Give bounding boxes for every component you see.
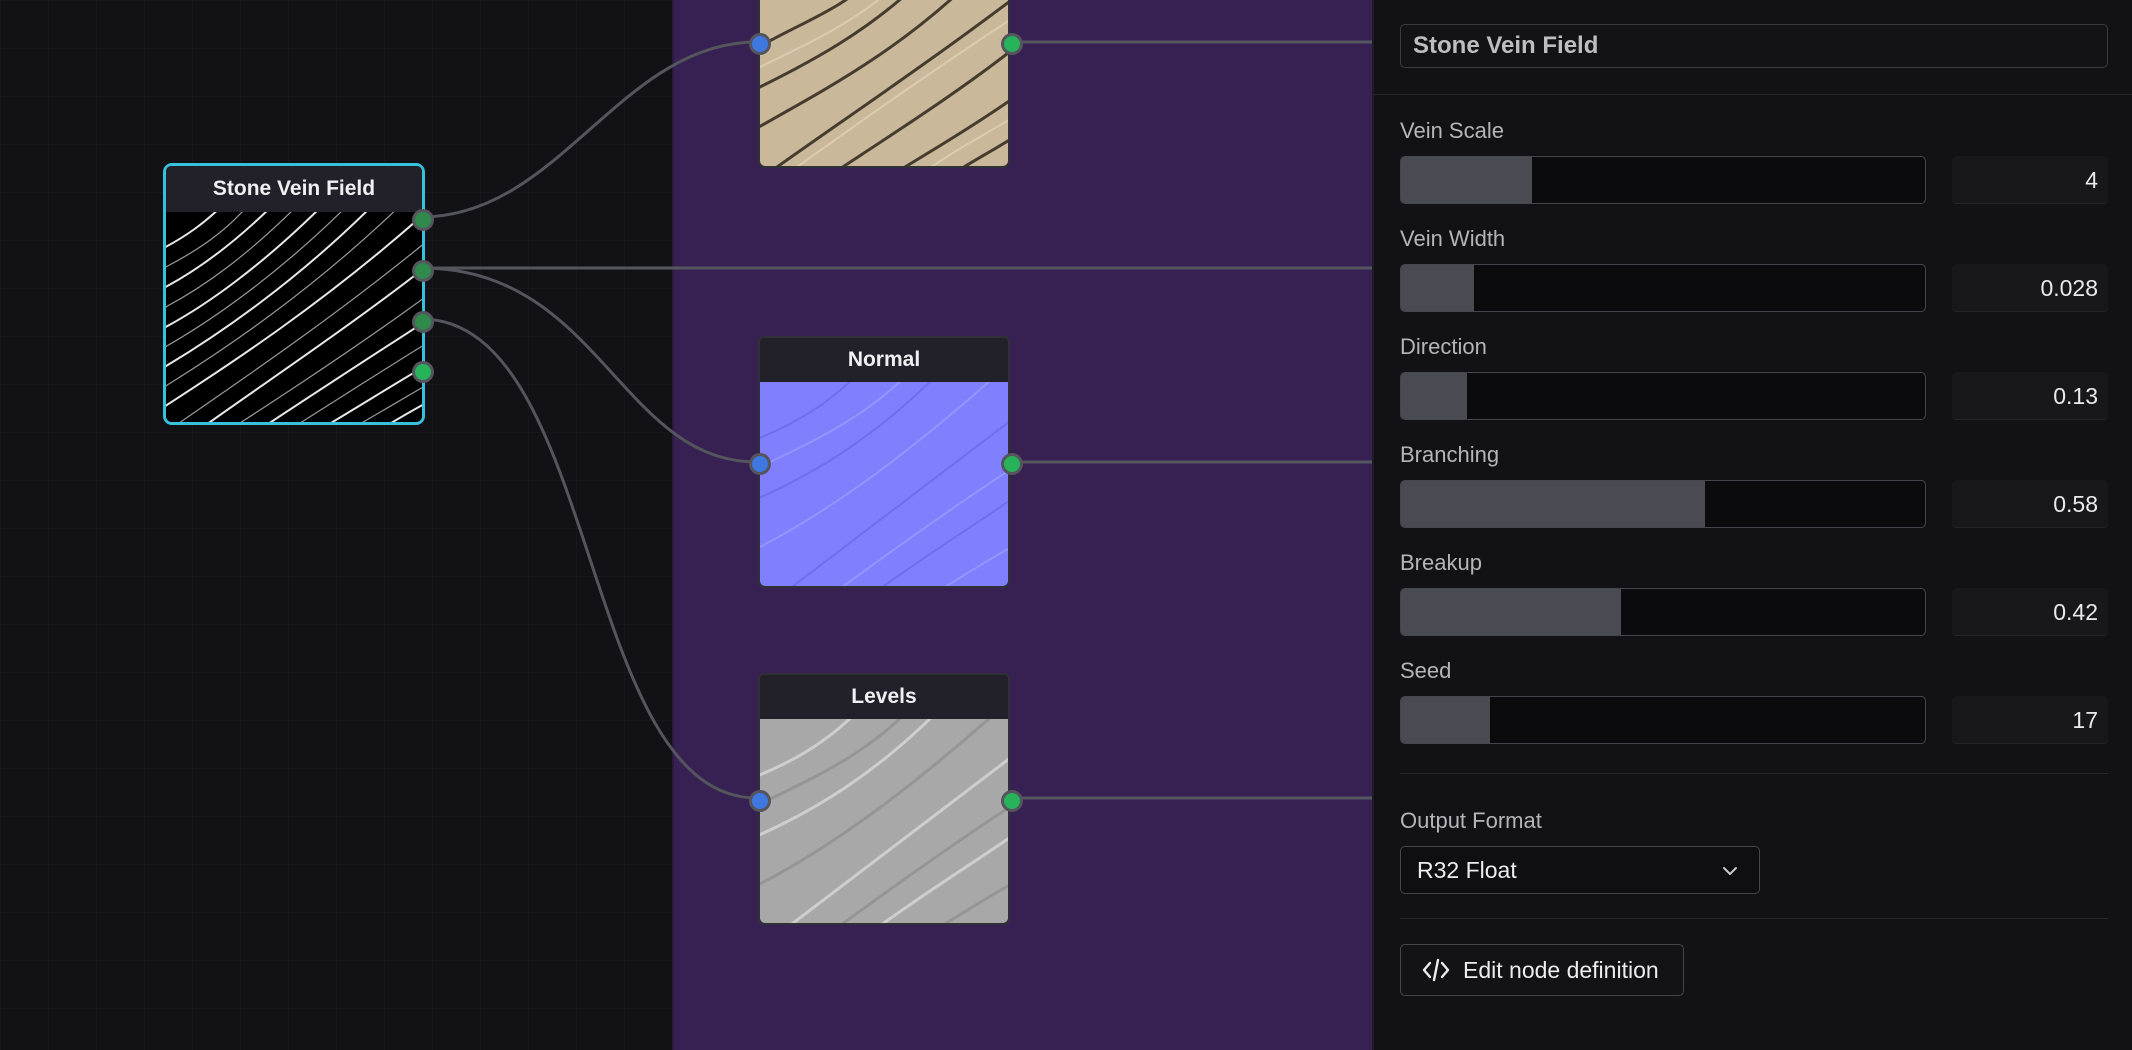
- node-normal[interactable]: Normal: [749, 336, 1023, 588]
- node-preview: [166, 212, 422, 422]
- node-stone-color[interactable]: [749, 0, 1023, 168]
- output-port-height[interactable]: [412, 209, 434, 231]
- output-port[interactable]: [1001, 33, 1023, 55]
- node-preview: [760, 382, 1008, 586]
- node-preview: [760, 719, 1008, 923]
- vein-width-slider[interactable]: [1400, 264, 1926, 312]
- breakup-slider-fill: [1401, 589, 1622, 635]
- seed-slider-fill: [1401, 697, 1491, 743]
- vein-scale-label: Vein Scale: [1400, 118, 1504, 143]
- code-icon: [1422, 958, 1450, 982]
- divider: [1400, 918, 2108, 919]
- branching-value[interactable]: 0.58: [1952, 480, 2108, 528]
- breakup-label: Breakup: [1400, 550, 1482, 575]
- edit-node-definition-label: Edit node definition: [1463, 956, 1659, 983]
- vein-scale-value[interactable]: 4: [1952, 156, 2108, 204]
- input-port[interactable]: [749, 33, 771, 55]
- branching-label: Branching: [1400, 442, 1500, 467]
- vein-width-value[interactable]: 0.028: [1952, 264, 2108, 312]
- properties-panel: Stone Vein Field Vein Scale 4 Vein Width 0.…: [1372, 0, 2132, 1050]
- node-stone-vein-field[interactable]: Stone Vein Field: [163, 163, 434, 425]
- node-graph-canvas[interactable]: Normal Levels Stone Vein Field: [0, 0, 1372, 1050]
- vein-scale-slider[interactable]: [1400, 156, 1926, 204]
- output-port-edges[interactable]: [412, 311, 434, 333]
- vein-width-slider-fill: [1401, 265, 1475, 311]
- edit-node-definition-button[interactable]: Edit node definition: [1400, 944, 1684, 996]
- input-port[interactable]: [749, 453, 771, 475]
- output-format-label: Output Format: [1400, 808, 1542, 833]
- direction-slider[interactable]: [1400, 372, 1926, 420]
- input-port[interactable]: [749, 790, 771, 812]
- seed-value[interactable]: 17: [1952, 696, 2108, 744]
- seed-label: Seed: [1400, 658, 1452, 683]
- node-preview: [760, 0, 1008, 166]
- vein-scale-slider-fill: [1401, 157, 1532, 203]
- output-format-select[interactable]: R32 Float: [1400, 846, 1760, 894]
- output-port[interactable]: [1001, 790, 1023, 812]
- direction-label: Direction: [1400, 334, 1487, 359]
- breakup-slider[interactable]: [1400, 588, 1926, 636]
- chevron-down-icon: [1723, 867, 1737, 875]
- node-title: Levels: [760, 675, 1008, 719]
- seed-slider[interactable]: [1400, 696, 1926, 744]
- branching-slider[interactable]: [1400, 480, 1926, 528]
- output-port-id[interactable]: [412, 361, 434, 383]
- direction-slider-fill: [1401, 373, 1467, 419]
- direction-value[interactable]: 0.13: [1952, 372, 2108, 420]
- node-levels[interactable]: Levels: [749, 673, 1023, 925]
- branching-slider-fill: [1401, 481, 1705, 527]
- vein-width-label: Vein Width: [1400, 226, 1506, 251]
- divider: [1400, 773, 2108, 774]
- output-format-value: R32 Float: [1417, 857, 1517, 883]
- node-title: Normal: [760, 338, 1008, 382]
- output-port[interactable]: [1001, 453, 1023, 475]
- node-name-field[interactable]: Stone Vein Field: [1400, 24, 2108, 68]
- breakup-value[interactable]: 0.42: [1952, 588, 2108, 636]
- divider: [1374, 94, 2132, 95]
- node-title: Stone Vein Field: [166, 166, 422, 212]
- output-port-mask[interactable]: [412, 260, 434, 282]
